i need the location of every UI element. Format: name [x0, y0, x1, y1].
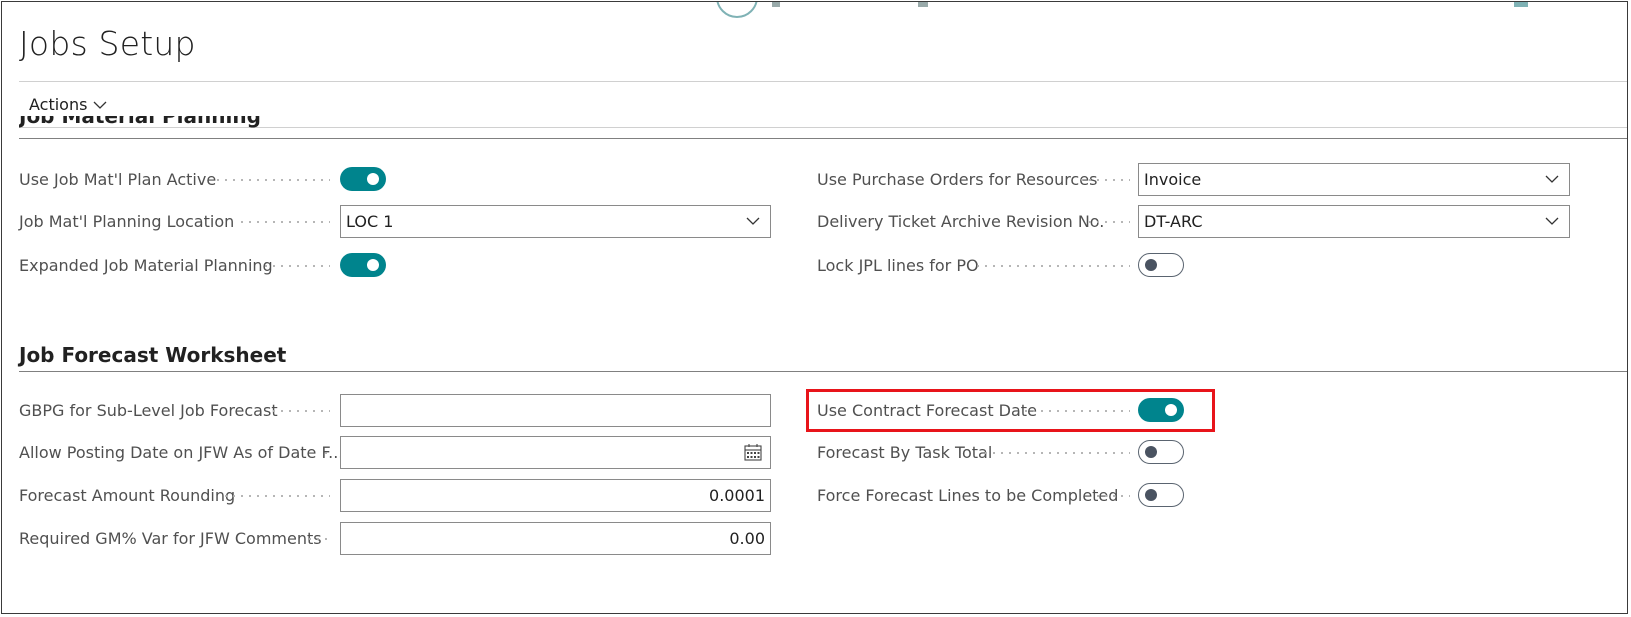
dot-leader	[214, 179, 330, 181]
forecast-amount-rounding-input[interactable]: 0.0001	[340, 479, 771, 512]
section-title-job-forecast-worksheet[interactable]: Job Forecast Worksheet	[19, 343, 286, 367]
field-label-lock-jpl-lines-for-po: Lock JPL lines for PO	[817, 256, 979, 275]
close-icon[interactable]	[1514, 2, 1528, 7]
expanded-job-material-planning-toggle[interactable]	[340, 253, 386, 277]
section-header-job-material-planning[interactable]: Job Material Planning	[19, 116, 419, 137]
force-forecast-lines-to-be-completed-toggle[interactable]	[1138, 483, 1184, 507]
field-label-delivery-ticket-archive-revision-no: Delivery Ticket Archive Revision No.	[817, 212, 1105, 231]
dot-leader	[262, 265, 330, 267]
play-icon[interactable]	[716, 2, 758, 18]
forecast-by-task-total-toggle[interactable]	[1138, 440, 1184, 464]
dot-leader	[1094, 495, 1130, 497]
field-label-forecast-by-task-total: Forecast By Task Total	[817, 443, 993, 462]
dot-leader	[1086, 221, 1130, 223]
jobs-setup-page: Jobs Setup Actions Job Material Planning…	[1, 1, 1628, 614]
use-job-matl-plan-active-toggle[interactable]	[340, 167, 386, 191]
field-label-forecast-amount-rounding: Forecast Amount Rounding	[19, 486, 236, 505]
delivery-ticket-archive-revision-no-value: DT-ARC	[1144, 212, 1203, 231]
header-fragment	[772, 2, 780, 7]
allow-posting-date-on-jfw-date-input[interactable]	[340, 436, 771, 469]
section-divider	[19, 371, 1627, 372]
calendar-icon[interactable]	[744, 444, 762, 461]
lock-jpl-lines-for-po-toggle[interactable]	[1138, 253, 1184, 277]
dot-leader	[222, 495, 330, 497]
field-label-gbpg-for-sub-level-job-forecast: GBPG for Sub-Level Job Forecast	[19, 401, 278, 420]
highlight-box	[806, 389, 1215, 432]
field-label-required-gm-var-for-jfw-comments: Required GM% Var for JFW Comments	[19, 529, 322, 548]
section-title-job-material-planning: Job Material Planning	[19, 116, 261, 128]
dot-leader	[982, 452, 1130, 454]
forecast-amount-rounding-value: 0.0001	[709, 486, 765, 505]
use-purchase-orders-for-resources-value: Invoice	[1144, 170, 1202, 189]
dot-leader	[974, 265, 1130, 267]
dot-leader	[270, 410, 330, 412]
chevron-down-icon	[93, 101, 107, 109]
job-matl-planning-location-value: LOC 1	[346, 212, 394, 231]
chevron-down-icon	[746, 217, 760, 225]
section-divider	[19, 138, 1627, 139]
dot-leader	[322, 452, 330, 454]
field-label-use-job-matl-plan-active: Use Job Mat'l Plan Active	[19, 170, 217, 189]
actions-label: Actions	[29, 95, 88, 114]
use-purchase-orders-for-resources-select[interactable]: Invoice	[1138, 163, 1570, 196]
job-matl-planning-location-select[interactable]: LOC 1	[340, 205, 771, 238]
title-divider	[19, 81, 1627, 82]
chevron-down-icon	[1545, 217, 1559, 225]
page-title: Jobs Setup	[19, 24, 196, 63]
actions-menu-button[interactable]: Actions	[29, 95, 107, 114]
delivery-ticket-archive-revision-no-select[interactable]: DT-ARC	[1138, 205, 1570, 238]
chevron-down-icon	[1545, 175, 1559, 183]
dot-leader	[1078, 179, 1130, 181]
gbpg-for-sub-level-job-forecast-input[interactable]	[340, 394, 771, 427]
field-label-use-purchase-orders-for-resources: Use Purchase Orders for Resources	[817, 170, 1098, 189]
dot-leader	[238, 221, 330, 223]
required-gm-var-for-jfw-comments-input[interactable]: 0.00	[340, 522, 771, 555]
header-fragment	[918, 2, 928, 7]
dot-leader	[306, 538, 330, 540]
field-label-force-forecast-lines-to-be-completed: Force Forecast Lines to be Completed	[817, 486, 1119, 505]
field-label-allow-posting-date-on-jfw: Allow Posting Date on JFW As of Date F..…	[19, 443, 344, 462]
field-label-job-matl-planning-location: Job Mat'l Planning Location	[19, 212, 235, 231]
field-label-expanded-job-material-planning: Expanded Job Material Planning	[19, 256, 273, 275]
required-gm-var-for-jfw-comments-value: 0.00	[729, 529, 765, 548]
